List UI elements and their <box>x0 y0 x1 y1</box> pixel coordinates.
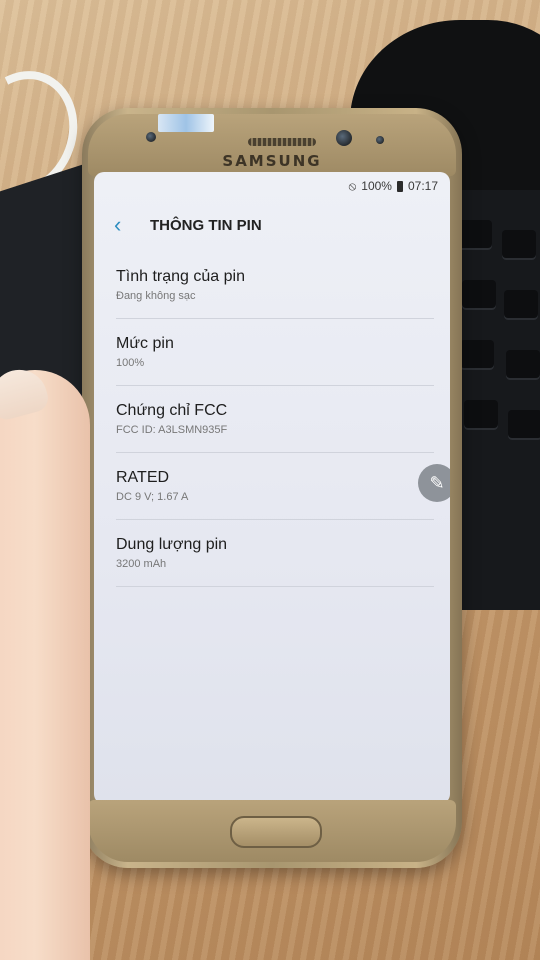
hologram-sticker <box>158 114 214 132</box>
list-item-battery-status[interactable]: Tình trạng của pin Đang không sạc <box>116 252 434 319</box>
keyboard-key <box>506 350 540 380</box>
item-value: 100% <box>116 357 145 369</box>
brand-logo: SAMSUNG <box>222 152 322 170</box>
pen-icon[interactable]: ✎ <box>418 464 450 502</box>
status-bar: ⦸ 100% 07:17 <box>348 178 438 194</box>
item-value: FCC ID: A3LSMN935F <box>116 424 228 436</box>
keyboard-key <box>460 340 494 370</box>
keyboard-key <box>504 290 538 320</box>
keyboard-key <box>462 280 496 310</box>
chevron-left-icon[interactable]: ‹ <box>114 212 142 238</box>
keyboard-key <box>458 220 492 250</box>
keyboard-key <box>464 400 498 430</box>
item-label: Dung lượng pin <box>116 536 228 553</box>
list-item-rated[interactable]: RATED DC 9 V; 1.67 A <box>116 453 434 520</box>
item-value: DC 9 V; 1.67 A <box>116 491 189 503</box>
phone-bottom-bezel <box>88 800 456 862</box>
item-label: RATED <box>116 469 170 486</box>
item-value: Đang không sạc <box>116 290 196 302</box>
clock: 07:17 <box>407 179 438 193</box>
home-button[interactable] <box>230 816 322 848</box>
iris-sensor-icon <box>376 136 384 144</box>
keyboard-key <box>502 230 536 260</box>
front-camera-icon <box>336 130 352 146</box>
keyboard-key <box>508 410 540 440</box>
item-label: Chứng chỉ FCC <box>116 402 228 419</box>
item-label: Tình trạng của pin <box>116 268 245 285</box>
list-item-battery-level[interactable]: Mức pin 100% <box>116 319 434 386</box>
finger <box>0 363 90 960</box>
phone-top-bezel: SAMSUNG <box>88 114 456 176</box>
list-item-capacity[interactable]: Dung lượng pin 3200 mAh <box>116 520 434 587</box>
app-header: ‹ THÔNG TIN PIN <box>94 202 450 248</box>
earpiece-speaker <box>248 138 316 146</box>
battery-info-list: Tình trạng của pin Đang không sạc Mức pi… <box>94 252 450 587</box>
item-value: 3200 mAh <box>116 558 167 570</box>
battery-percent: 100% <box>361 179 392 193</box>
page-title: THÔNG TIN PIN <box>150 216 262 234</box>
phone: SAMSUNG ⦸ 100% 07:17 ‹ THÔNG TIN PIN Tìn… <box>82 108 462 868</box>
phone-screen: ⦸ 100% 07:17 ‹ THÔNG TIN PIN Tình trạng … <box>94 172 450 804</box>
fingernail <box>0 363 51 423</box>
list-item-fcc[interactable]: Chứng chỉ FCC FCC ID: A3LSMN935F <box>116 386 434 453</box>
item-label: Mức pin <box>116 335 174 352</box>
sensor-icon <box>146 132 156 142</box>
battery-icon <box>396 180 403 192</box>
photo-scene: SAMSUNG ⦸ 100% 07:17 ‹ THÔNG TIN PIN Tìn… <box>0 0 540 960</box>
do-not-disturb-icon: ⦸ <box>348 178 357 193</box>
